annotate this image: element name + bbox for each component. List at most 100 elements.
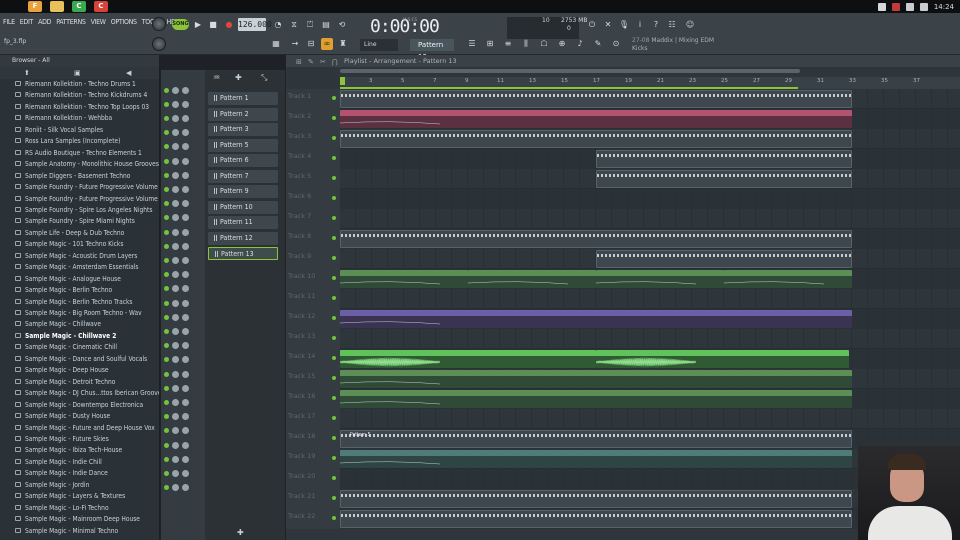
track-mute-led[interactable] (332, 116, 336, 120)
channel-led[interactable] (164, 286, 169, 292)
channel-pan-knob[interactable] (172, 157, 179, 165)
browser-item[interactable]: Sample Magic - Chillwave (15, 320, 101, 331)
pattern-item[interactable]: Pattern 7 (208, 169, 278, 183)
menu-options[interactable]: OPTIONS (111, 18, 137, 26)
pattern-item[interactable]: Pattern 9 (208, 185, 278, 198)
track-header[interactable]: Track 13 (286, 329, 340, 349)
channel-row[interactable] (164, 240, 204, 252)
channel-led[interactable] (164, 343, 169, 349)
track-mute-led[interactable] (332, 416, 336, 420)
audio-clip[interactable]: Downlift 2 (596, 350, 849, 368)
timeline-ruler[interactable]: 3 5 7 9 11 13 15 17 19 21 23 25 27 29 31 33 35 37 (340, 77, 960, 89)
browser-item[interactable]: Sample Magic - Future and Deep House Vox (15, 424, 155, 435)
channel-led[interactable] (164, 272, 169, 278)
track-header[interactable]: Track 4 (286, 149, 340, 169)
mixer-faders-icon[interactable]: ⫼ (520, 38, 532, 50)
channel-led[interactable] (164, 399, 169, 405)
track-header[interactable]: Track 10 (286, 269, 340, 289)
channel-pan-knob[interactable] (172, 299, 179, 307)
channel-pan-knob[interactable] (172, 129, 179, 137)
track-mute-led[interactable] (332, 396, 336, 400)
track-row[interactable]: Track 13 (286, 329, 960, 349)
track-mute-led[interactable] (332, 336, 336, 340)
channel-volume-knob[interactable] (182, 427, 189, 435)
clone-pattern-icon[interactable]: ⤡ (261, 73, 267, 83)
channel-led[interactable] (164, 328, 169, 334)
track-mute-led[interactable] (332, 296, 336, 300)
channel-volume-knob[interactable] (182, 285, 189, 293)
channel-row[interactable] (164, 127, 204, 139)
channel-led[interactable] (164, 243, 169, 249)
browser-icon[interactable]: ☖ (538, 38, 550, 50)
master-pitch-knob[interactable] (152, 37, 166, 51)
channel-volume-knob[interactable] (182, 143, 189, 151)
channel-row[interactable] (164, 98, 204, 110)
track-row[interactable]: Track 11 (286, 289, 960, 309)
browser-item[interactable]: Sample Diggers - Basement Techno (15, 172, 130, 183)
channel-led[interactable] (164, 314, 169, 320)
plugin-db-icon[interactable]: ⊕ (556, 38, 568, 50)
automation-clip[interactable]: VolumeShaper4-64bit [64bit] - SFX - Whit… (340, 370, 852, 388)
track-header[interactable]: Track 12 (286, 309, 340, 329)
track-header[interactable]: Track 3 (286, 129, 340, 149)
stop-button[interactable]: ■ (207, 19, 219, 31)
track-header[interactable]: Track 9 (286, 249, 340, 269)
channel-volume-knob[interactable] (182, 86, 189, 94)
channel-row[interactable] (164, 198, 204, 210)
track-grid[interactable] (340, 329, 960, 349)
browser-item[interactable]: Sample Foundry - Future Progressive Volu… (15, 195, 159, 206)
channel-volume-knob[interactable] (182, 313, 189, 321)
help-icon[interactable]: ? (650, 19, 662, 31)
piano-roll-view-icon[interactable]: ⊞ (484, 38, 496, 50)
snap-select[interactable]: Line (360, 39, 398, 51)
tempo-display[interactable]: 126.000 (238, 18, 272, 31)
channel-led[interactable] (164, 357, 169, 363)
browser-item[interactable]: Sample Magic - Mainroom Deep House (15, 515, 140, 526)
channel-row[interactable] (164, 453, 204, 465)
channel-row[interactable] (164, 226, 204, 238)
channel-pan-knob[interactable] (172, 242, 179, 250)
browser-item[interactable]: Sample Magic - Big Room Techno - Wav (15, 309, 142, 320)
browser-speaker-icon[interactable]: ◀ (126, 69, 131, 77)
countdown-icon[interactable]: ⏍ (304, 19, 316, 31)
automation-clip[interactable]: Sylenth1LIC [64bit] #3 - Filtrctl Cutoff (724, 270, 852, 288)
pattern-item[interactable]: Pattern 12 (208, 231, 278, 245)
automation-clip[interactable]: ValhallaVintageVerb_x64 [64bit] - Master… (340, 310, 852, 328)
song-pattern-toggle[interactable]: SONG (172, 19, 189, 30)
track-grid[interactable] (340, 189, 960, 209)
channel-led[interactable] (164, 87, 169, 93)
automation-clip[interactable]: Sylenth1LIC [64bit] #3 - Filtrctl Cutoff (596, 270, 724, 288)
channel-row[interactable] (164, 297, 204, 309)
channel-led[interactable] (164, 115, 169, 121)
track-mute-led[interactable] (332, 436, 336, 440)
pattern-clip[interactable] (340, 90, 852, 108)
track-mute-led[interactable] (332, 216, 336, 220)
track-header[interactable]: Track 16 (286, 389, 340, 409)
browser-item[interactable]: Sample Anatomy - Monolithic House Groove… (15, 160, 159, 171)
automation-clip[interactable]: Sylenth1LIC [64bit] #3 - Filtrctl Cutoff (468, 270, 596, 288)
automation-clip[interactable]: Param. EQ 2 - theRiser_x64 [64bit] - Ban… (340, 450, 852, 468)
channel-row[interactable] (164, 311, 204, 323)
channel-row[interactable] (164, 283, 204, 295)
automation-clip[interactable]: FabFilter Simplon x64 [64bit] - Kick & B… (340, 110, 852, 128)
channel-row[interactable] (164, 254, 204, 266)
channel-pan-knob[interactable] (172, 86, 179, 94)
piano-roll-icon[interactable]: ▦ (270, 38, 282, 50)
track-row[interactable]: Track 4 (286, 149, 960, 169)
green-app-taskbar-icon[interactable]: C (72, 1, 86, 12)
playlist-icon[interactable]: ☰ (466, 38, 478, 50)
play-button[interactable]: ▶ (192, 19, 204, 31)
onedrive-icon[interactable] (877, 2, 886, 11)
channel-row[interactable] (164, 411, 204, 423)
automation-clip[interactable]: Sylenth1LIC [64bit] #3 - Filtrctl Cutoff (340, 270, 468, 288)
browser-item[interactable]: Sample Magic - Dance and Soulful Vocals (15, 355, 147, 366)
track-row[interactable]: Track 15 VolumeShaper4-64bit [64bit] - SF… (286, 369, 960, 389)
pattern-clip[interactable] (340, 130, 852, 148)
track-header[interactable]: Track 19 (286, 449, 340, 469)
track-grid[interactable] (340, 289, 960, 309)
pattern-item[interactable]: Pattern 2 (208, 107, 278, 121)
news-icon[interactable]: ☺ (684, 19, 696, 31)
channel-pan-knob[interactable] (172, 398, 179, 406)
channel-led[interactable] (164, 158, 169, 164)
channel-pan-knob[interactable] (172, 200, 179, 208)
